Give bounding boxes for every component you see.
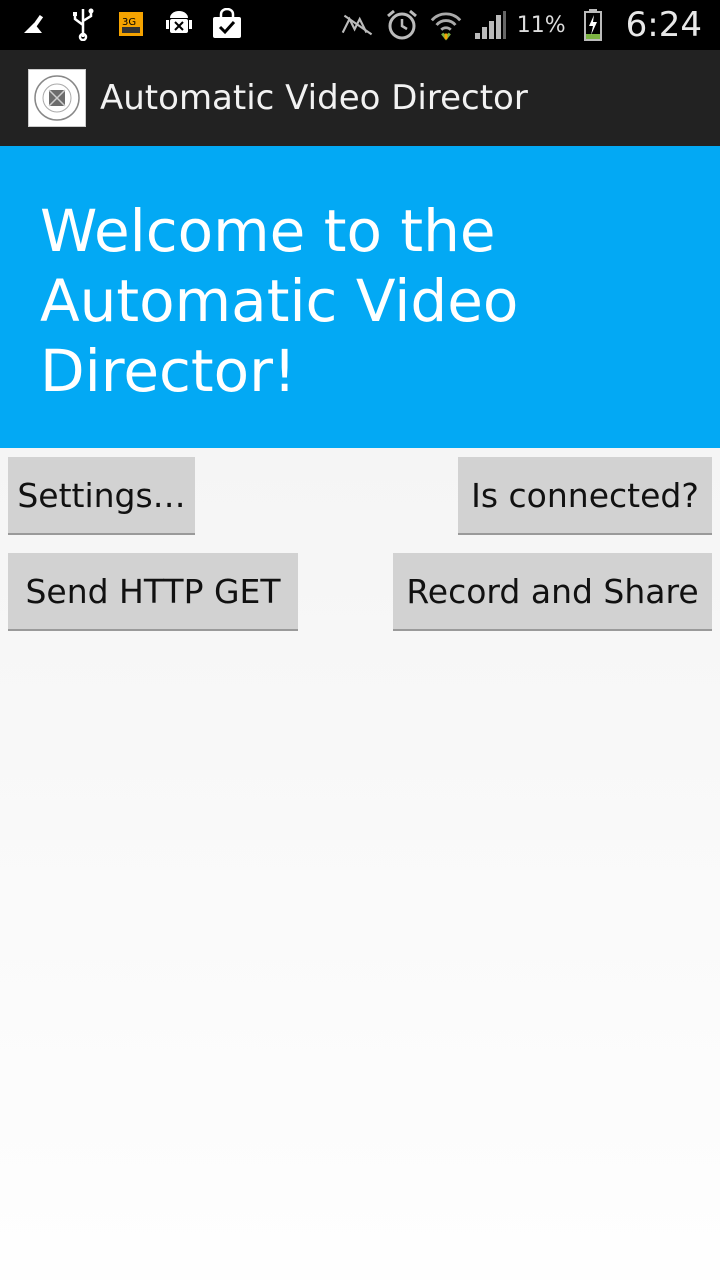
svg-text:3G: 3G <box>122 17 136 28</box>
battery-charging-icon <box>576 7 610 43</box>
battery-percent: 11% <box>516 12 566 38</box>
usb-icon <box>66 6 100 42</box>
alarm-icon <box>385 7 419 43</box>
3g-icon: 3G <box>114 6 148 42</box>
cleaner-icon <box>18 6 52 42</box>
status-bar: 3G 11% 6:24 <box>0 0 720 50</box>
app-title: Automatic Video Director <box>100 78 528 118</box>
nfc-icon <box>341 7 375 43</box>
wifi-icon <box>429 7 463 43</box>
record-and-share-button[interactable]: Record and Share <box>393 553 712 631</box>
system-icons: 11% 6:24 <box>341 0 702 50</box>
welcome-banner: Welcome to the Automatic Video Director! <box>0 146 720 448</box>
android-debug-icon <box>162 6 196 42</box>
signal-icon <box>473 7 507 43</box>
notification-icons: 3G <box>18 6 244 42</box>
app-logo-icon[interactable] <box>28 69 86 127</box>
shopping-bag-icon <box>210 6 244 42</box>
is-connected-button[interactable]: Is connected? <box>458 457 712 535</box>
send-http-get-button[interactable]: Send HTTP GET <box>8 553 298 631</box>
action-bar: Automatic Video Director <box>0 50 720 146</box>
clock: 6:24 <box>625 5 702 45</box>
welcome-text: Welcome to the Automatic Video Director! <box>40 197 519 405</box>
settings-button[interactable]: Settings… <box>8 457 195 535</box>
